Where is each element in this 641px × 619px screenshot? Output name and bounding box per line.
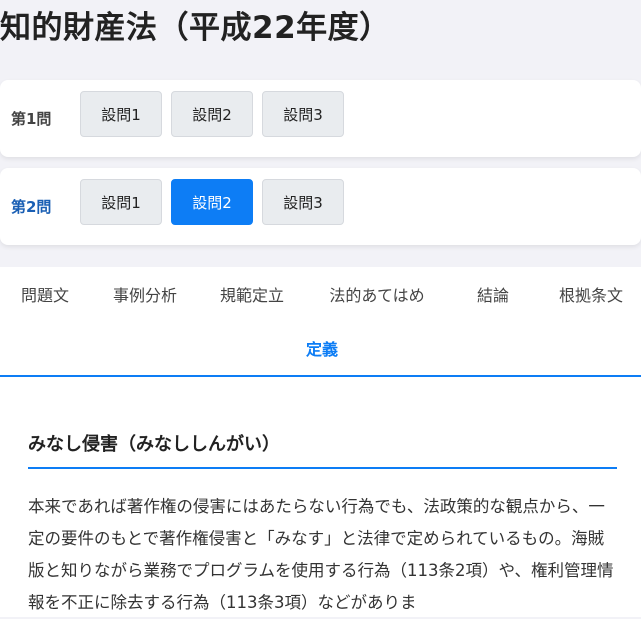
question-card-1: 第1問 設問1 設問2 設問3 bbox=[0, 80, 641, 157]
q1-subquestion-3-button[interactable]: 設問3 bbox=[262, 91, 344, 137]
tab-case-analysis[interactable]: 事例分析 bbox=[113, 282, 177, 306]
term-heading: みなし侵害（みなししんがい） bbox=[28, 434, 280, 455]
tab-conclusion[interactable]: 結論 bbox=[477, 282, 509, 306]
heading-divider bbox=[28, 467, 617, 469]
tab-definition[interactable]: 定義 bbox=[306, 336, 338, 360]
definition-panel: みなし侵害（みなししんがい） 本来であれば著作権の侵害にはあたらない行為でも、法… bbox=[0, 377, 641, 617]
page-title: 知的財産法（平成22年度） bbox=[0, 10, 391, 46]
q2-subquestion-1-button[interactable]: 設問1 bbox=[80, 179, 162, 225]
question-label: 第2問 bbox=[11, 198, 52, 216]
q1-subquestion-1-button[interactable]: 設問1 bbox=[80, 91, 162, 137]
tab-legal-application[interactable]: 法的あてはめ bbox=[329, 282, 424, 306]
question-card-2: 第2問 設問1 設問2 設問3 bbox=[0, 168, 641, 245]
q2-subquestion-2-button[interactable]: 設問2 bbox=[171, 179, 253, 225]
tab-question-text[interactable]: 問題文 bbox=[21, 282, 69, 306]
q2-subquestion-3-button[interactable]: 設問3 bbox=[262, 179, 344, 225]
q1-subquestion-2-button[interactable]: 設問2 bbox=[171, 91, 253, 137]
section-tabs: 問題文 事例分析 規範定立 法的あてはめ 結論 根拠条文 定義 bbox=[0, 267, 641, 377]
definition-text: 本来であれば著作権の侵害にはあたらない行為でも、法政策的な観点から、一定の要件の… bbox=[28, 497, 614, 612]
tab-statutes[interactable]: 根拠条文 bbox=[559, 282, 623, 306]
question-label: 第1問 bbox=[11, 110, 52, 128]
tab-norm-setting[interactable]: 規範定立 bbox=[220, 282, 284, 306]
